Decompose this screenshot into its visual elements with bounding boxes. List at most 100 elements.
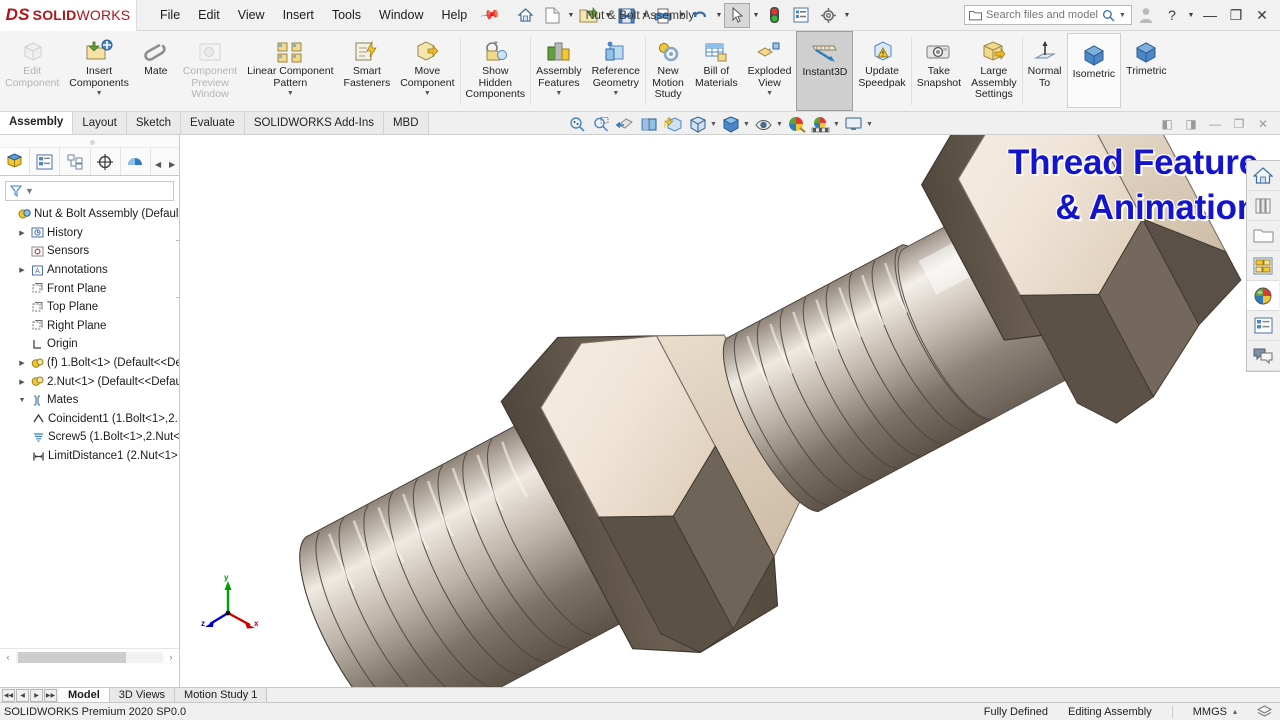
print-button[interactable] (650, 3, 676, 28)
status-units-arrow[interactable]: ▴ (1233, 707, 1237, 716)
first-tab-button[interactable]: ◀◀ (2, 688, 15, 702)
ribbon-instant3d[interactable]: Instant3D (796, 31, 854, 111)
restore-button[interactable]: ❐ (1224, 3, 1248, 27)
minimize-doc-button[interactable]: — (1206, 116, 1224, 132)
section-view-icon[interactable] (637, 113, 661, 135)
apply-scene-dropdown[interactable]: ▼ (832, 121, 841, 128)
tree-item-origin[interactable]: Origin (4, 335, 179, 354)
ribbon-linear-component-pattern[interactable]: Linear Component Pattern ▼ (242, 31, 338, 111)
tree-item-screw5[interactable]: Screw5 (1.Bolt<1>,2.Nut< (4, 428, 179, 447)
ribbon-update-speedpak[interactable]: Update Speedpak (853, 31, 910, 111)
edit-appearance-icon[interactable] (784, 113, 808, 135)
bottom-tab-model[interactable]: Model (59, 688, 110, 702)
apply-scene-icon[interactable] (808, 113, 832, 135)
ribbon-reference-geometry-dropdown[interactable]: ▼ (612, 90, 619, 97)
tree-arrow[interactable]: ▶ (17, 359, 27, 367)
solidworks-forum-button[interactable] (1247, 341, 1279, 371)
tab-solidworks-add-ins[interactable]: SOLIDWORKS Add-Ins (244, 112, 384, 134)
hide-show-items-icon[interactable] (751, 113, 775, 135)
bottom-tab-motion-study-1[interactable]: Motion Study 1 (175, 688, 268, 702)
last-tab-button[interactable]: ▶▶ (44, 688, 57, 702)
display-style-dropdown[interactable]: ▼ (709, 121, 718, 128)
ribbon-smart-fasteners[interactable]: Smart Fasteners (339, 31, 396, 111)
help-dropdown[interactable]: ▼ (1186, 3, 1196, 27)
ribbon-take-snapshot[interactable]: Take Snapshot (912, 31, 966, 111)
select-button[interactable] (724, 2, 751, 28)
design-library-button[interactable] (1247, 191, 1279, 221)
menu-tools[interactable]: Tools (323, 4, 370, 26)
appearances-scenes-button[interactable] (1247, 281, 1279, 311)
zoom-to-area-icon[interactable] (589, 113, 613, 135)
save-dropdown[interactable]: ▼ (640, 12, 649, 19)
tree-item-front-plane[interactable]: Front Plane (4, 279, 179, 298)
new-document-dropdown[interactable]: ▼ (566, 12, 575, 19)
view-settings-cube-icon[interactable] (718, 113, 742, 135)
search-box[interactable]: ▼ (964, 5, 1132, 25)
print-dropdown[interactable]: ▼ (677, 12, 686, 19)
restore-doc-button[interactable]: ❐ (1230, 116, 1248, 132)
ribbon-large-assembly-settings[interactable]: Large Assembly Settings (966, 31, 1022, 111)
ribbon-insert-components[interactable]: Insert Components ▼ (64, 31, 134, 111)
tree-item-history[interactable]: ▶ History (4, 224, 179, 243)
tile-left-button[interactable]: ◧ (1158, 116, 1176, 132)
scrollbar-thumb[interactable] (18, 651, 126, 663)
tree-arrow[interactable]: ▶ (17, 378, 27, 386)
undo-button[interactable] (687, 3, 713, 28)
ribbon-component-preview-window[interactable]: Component Preview Window (178, 31, 242, 111)
tree-item-bolt[interactable]: ▶ (f) 1.Bolt<1> (Default<<Defa (4, 354, 179, 373)
view-settings-dropdown[interactable]: ▼ (742, 121, 751, 128)
ribbon-show-hidden-components[interactable]: Show Hidden Components (461, 31, 531, 111)
tree-arrow[interactable]: ▶ (17, 266, 27, 274)
scroll-right-arrow[interactable]: › (163, 652, 179, 662)
zoom-to-fit-icon[interactable] (565, 113, 589, 135)
user-account-icon[interactable] (1134, 3, 1158, 27)
close-button[interactable]: ✕ (1250, 3, 1274, 27)
view-setting-display-icon[interactable] (841, 113, 865, 135)
open-button[interactable] (576, 3, 602, 28)
display-manager-tab[interactable] (121, 148, 152, 175)
options-list-button[interactable] (788, 3, 814, 28)
ribbon-linear-component-pattern-dropdown[interactable]: ▼ (287, 90, 294, 97)
settings-button[interactable] (815, 3, 841, 28)
tree-item-nut[interactable]: ▶ 2.Nut<1> (Default<<Default (4, 372, 179, 391)
home-button[interactable] (512, 3, 538, 28)
tab-evaluate[interactable]: Evaluate (181, 112, 245, 134)
settings-dropdown[interactable]: ▼ (842, 12, 851, 19)
menu-file[interactable]: File (151, 4, 189, 26)
tabs-scroll-left[interactable]: ◀ (151, 153, 165, 175)
property-manager-tab[interactable] (30, 148, 61, 175)
pin-icon[interactable]: 📌 (479, 4, 502, 26)
tile-right-button[interactable]: ◨ (1182, 116, 1200, 132)
tree-item-annotations[interactable]: ▶ A Annotations (4, 261, 179, 280)
tabs-scroll-right[interactable]: ▶ (165, 153, 179, 175)
menu-insert[interactable]: Insert (274, 4, 323, 26)
next-tab-button[interactable]: ▶ (30, 688, 43, 702)
display-style-icon[interactable] (685, 113, 709, 135)
rebuild-button[interactable] (761, 3, 787, 28)
search-dropdown[interactable]: ▼ (1119, 12, 1126, 19)
tree-item-top-plane[interactable]: Top Plane (4, 298, 179, 317)
ribbon-isometric[interactable]: Isometric (1066, 33, 1122, 108)
ribbon-move-component-dropdown[interactable]: ▼ (424, 90, 431, 97)
ribbon-mate[interactable]: Mate (134, 31, 178, 111)
panel-grip[interactable] (0, 135, 179, 148)
ribbon-exploded-view-dropdown[interactable]: ▼ (766, 90, 773, 97)
close-doc-button[interactable]: ✕ (1254, 116, 1272, 132)
ribbon-reference-geometry[interactable]: Reference Geometry ▼ (587, 31, 645, 111)
file-explorer-button[interactable] (1247, 221, 1279, 251)
tree-item-coincident1[interactable]: Coincident1 (1.Bolt<1>,2. (4, 410, 179, 429)
undo-dropdown[interactable]: ▼ (714, 12, 723, 19)
dimxpert-manager-tab[interactable] (91, 148, 121, 175)
menu-window[interactable]: Window (370, 4, 432, 26)
ribbon-bill-of-materials[interactable]: Bill of Materials (690, 31, 743, 111)
tab-layout[interactable]: Layout (73, 112, 127, 134)
tree-arrow[interactable]: ▶ (17, 229, 27, 237)
bottom-tab-3d-views[interactable]: 3D Views (109, 688, 176, 702)
open-dropdown[interactable]: ▼ (603, 12, 612, 19)
ribbon-assembly-features[interactable]: Assembly Features ▼ (531, 31, 587, 111)
menu-edit[interactable]: Edit (189, 4, 229, 26)
menu-view[interactable]: View (229, 4, 274, 26)
ribbon-move-component[interactable]: Move Component ▼ (395, 31, 459, 111)
tab-sketch[interactable]: Sketch (126, 112, 182, 134)
feature-tree-tab[interactable] (0, 148, 31, 175)
